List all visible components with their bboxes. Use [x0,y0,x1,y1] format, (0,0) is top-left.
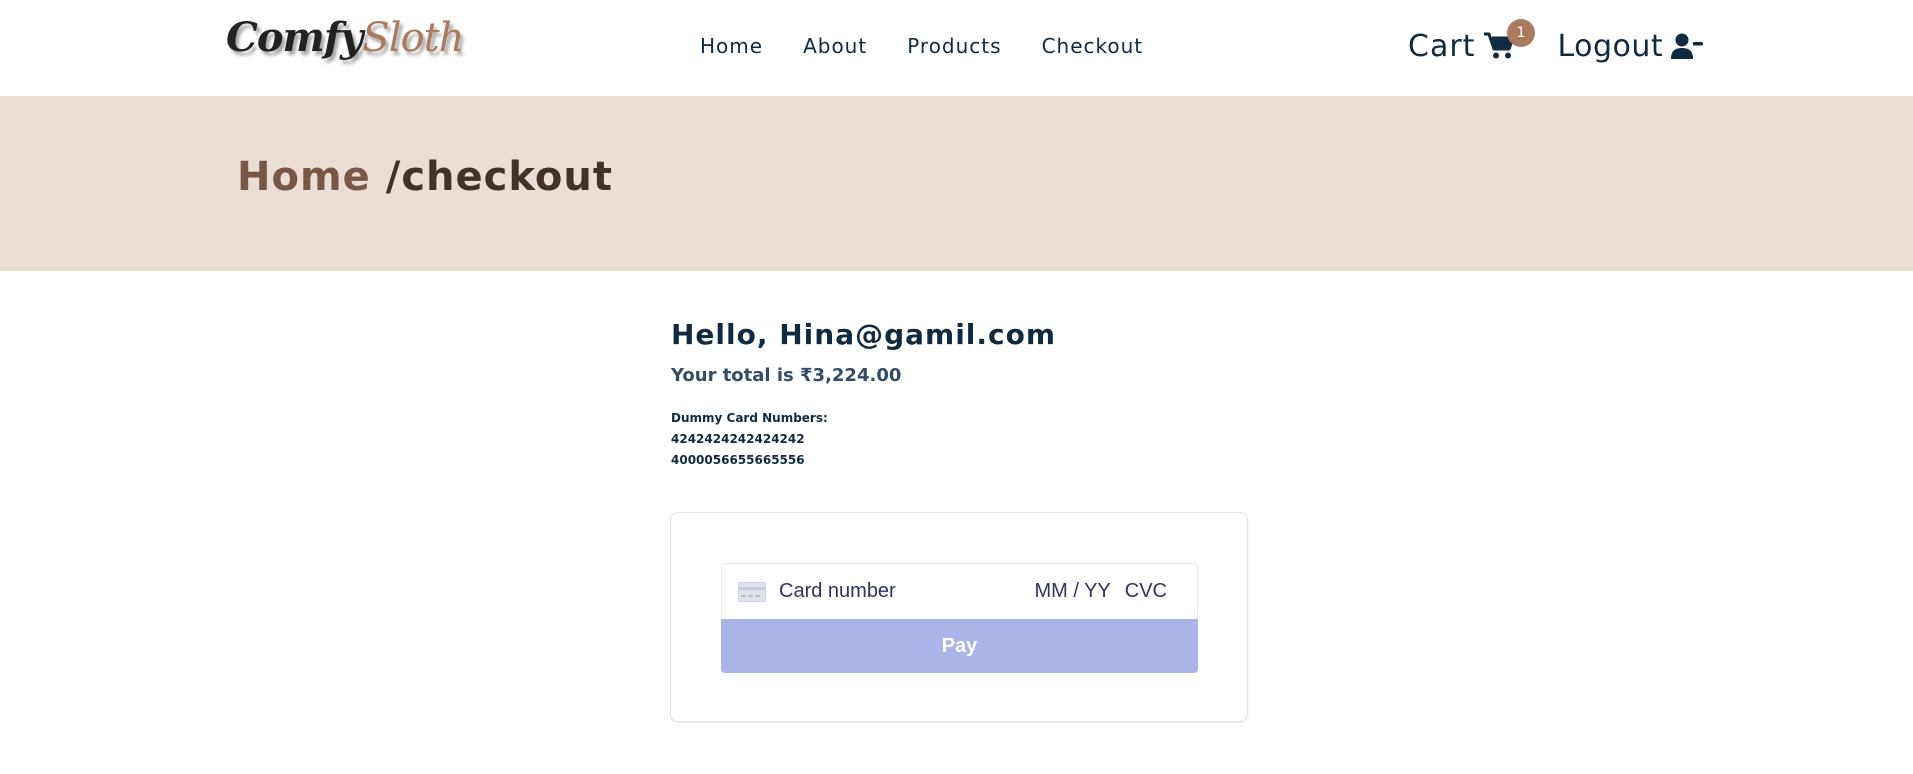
breadcrumb: Home /checkout [237,154,613,200]
breadcrumb-current: /checkout [385,154,613,200]
dummy-card-info: Dummy Card Numbers: 4242424242424242 400… [671,408,1271,471]
cart-area: Cart 1 Logout [1408,18,1704,66]
nav-link-about[interactable]: About [803,34,867,58]
cart-label: Cart [1408,28,1476,64]
pay-button[interactable]: Pay [721,619,1198,673]
greeting-heading: Hello, Hina@gamil.com [671,318,1057,351]
nav-link-home[interactable]: Home [700,34,763,58]
dummy-card-number: 4242424242424242 [671,432,805,446]
dummy-card-number: 4000056655665556 [671,453,805,467]
dummy-card-title: Dummy Card Numbers: [671,411,828,425]
credit-card-icon [738,581,766,602]
logo-word-comfy: Comfy [226,14,363,61]
breadcrumb-home-link[interactable]: Home [237,154,371,200]
nav-links: Home About Products Checkout [700,34,1143,58]
cvc-field[interactable]: CVC [1125,580,1167,603]
navbar: Comfy Sloth Home About Products Checkout … [0,0,1913,96]
nav-link-checkout[interactable]: Checkout [1042,34,1144,58]
page-hero: Home /checkout [0,96,1913,271]
logo-word-sloth: Sloth [362,15,464,61]
checkout-main: Hello, Hina@gamil.com Your total is ₹3,2… [671,318,1271,471]
user-minus-icon [1671,33,1704,59]
cart-count-badge: 1 [1507,18,1536,47]
logout-label: Logout [1557,28,1664,64]
logo[interactable]: Comfy Sloth [226,14,464,74]
logout-button[interactable]: Logout [1557,28,1704,64]
order-total: Your total is ₹3,224.00 [671,365,902,386]
expiry-field[interactable]: MM / YY [1034,580,1110,603]
card-element[interactable]: Card number MM / YY CVC [721,563,1198,619]
card-number-field[interactable]: Card number [779,580,1034,603]
payment-form: Card number MM / YY CVC Pay [670,512,1248,722]
cart-link[interactable]: Cart 1 [1408,18,1536,64]
nav-link-products[interactable]: Products [907,34,1001,58]
